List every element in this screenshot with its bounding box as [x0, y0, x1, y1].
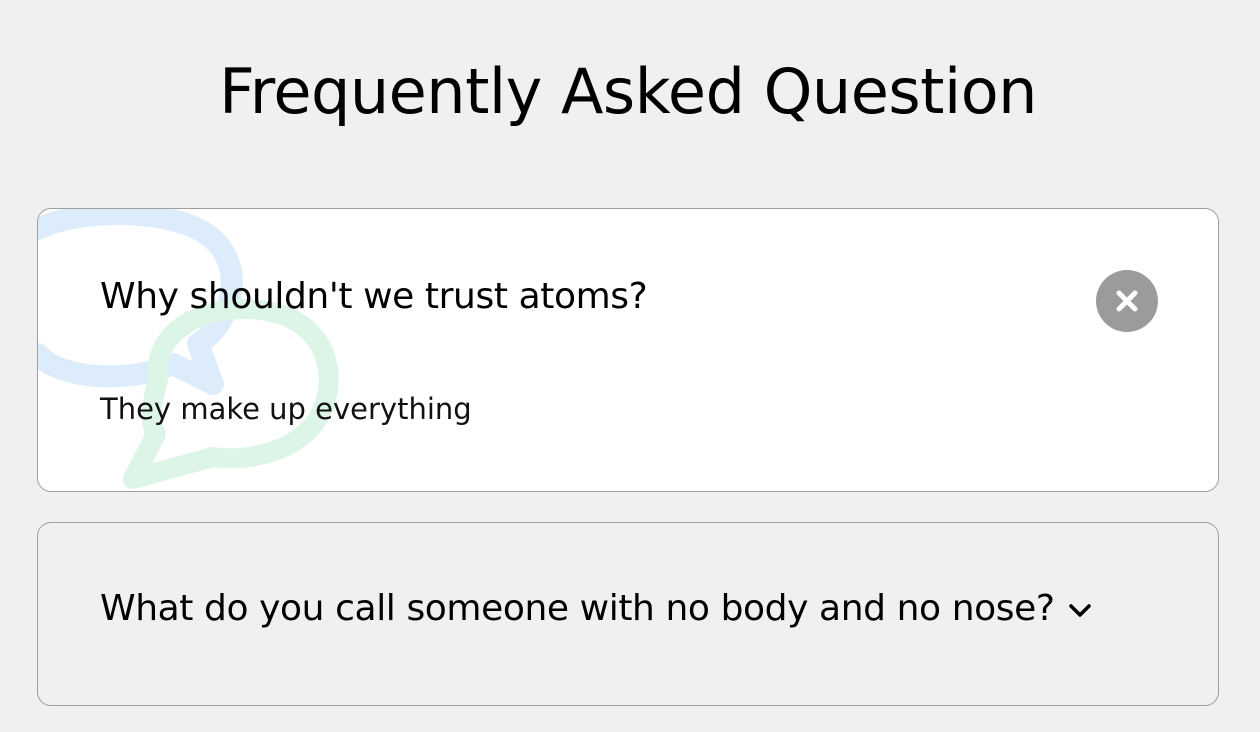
- close-icon: [1116, 290, 1138, 312]
- faq-item-expanded[interactable]: Why shouldn't we trust atoms? They make …: [37, 208, 1219, 492]
- chat-bubbles-icon: [38, 209, 339, 489]
- faq-question-row[interactable]: What do you call someone with no body an…: [100, 587, 1093, 631]
- faq-item-collapsed[interactable]: What do you call someone with no body an…: [37, 522, 1219, 706]
- faq-list: Why shouldn't we trust atoms? They make …: [37, 208, 1219, 706]
- faq-question[interactable]: Why shouldn't we trust atoms?: [100, 275, 648, 319]
- faq-question[interactable]: What do you call someone with no body an…: [100, 588, 1055, 629]
- faq-answer: They make up everything: [100, 392, 472, 426]
- chevron-down-icon[interactable]: [1067, 601, 1093, 619]
- page-title: Frequently Asked Question: [219, 55, 1037, 128]
- faq-close-button[interactable]: [1096, 270, 1158, 332]
